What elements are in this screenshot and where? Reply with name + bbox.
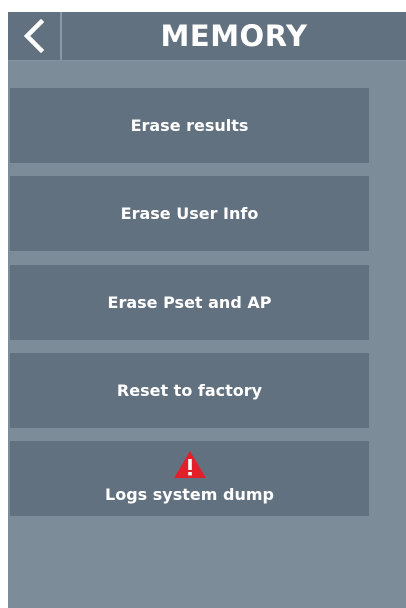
chevron-left-icon xyxy=(23,19,45,53)
logs-system-dump-label: Logs system dump xyxy=(105,484,274,504)
erase-results-button[interactable]: Erase results xyxy=(10,88,369,163)
warning-icon xyxy=(173,450,206,478)
logs-system-dump-button[interactable]: Logs system dump xyxy=(10,441,369,516)
erase-results-label: Erase results xyxy=(130,116,249,135)
erase-user-info-label: Erase User Info xyxy=(120,204,259,223)
reset-to-factory-button[interactable]: Reset to factory xyxy=(10,353,369,428)
erase-pset-ap-label: Erase Pset and AP xyxy=(107,293,272,312)
reset-to-factory-label: Reset to factory xyxy=(116,381,263,400)
erase-user-info-button[interactable]: Erase User Info xyxy=(10,176,369,251)
memory-screen: MEMORY Erase results Erase User Info Era… xyxy=(8,12,406,608)
page-title: MEMORY xyxy=(160,19,308,53)
erase-pset-ap-button[interactable]: Erase Pset and AP xyxy=(10,265,369,340)
header-bar: MEMORY xyxy=(8,12,406,61)
back-button[interactable] xyxy=(8,12,60,60)
